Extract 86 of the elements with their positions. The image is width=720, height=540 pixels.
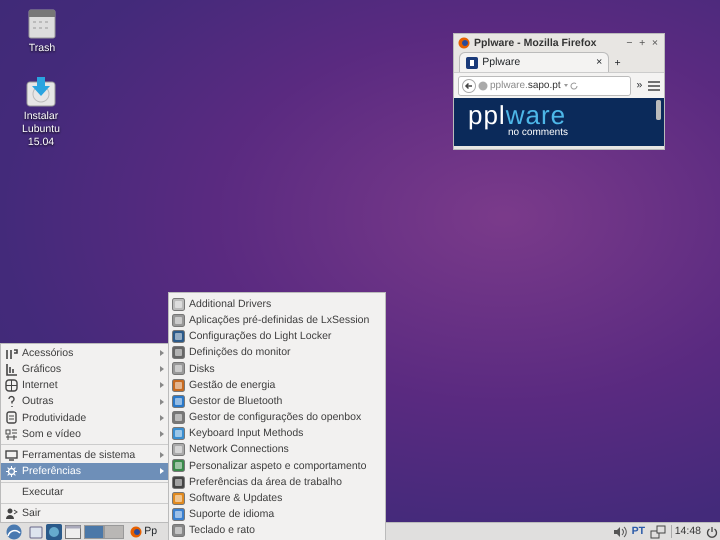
- menu-item[interactable]: Software & Updates: [169, 490, 385, 506]
- monitor-icon: [5, 448, 18, 462]
- submenu-arrow-icon: [160, 382, 164, 388]
- menu-item[interactable]: Aplicações pré-definidas de LxSession: [169, 312, 385, 328]
- window-control[interactable]: +: [637, 38, 648, 48]
- overflow-button[interactable]: »: [634, 79, 645, 92]
- window-control[interactable]: −: [624, 38, 634, 48]
- network-icon[interactable]: [650, 524, 666, 538]
- menu-item[interactable]: Personalizar aspeto e comportamento: [169, 458, 385, 474]
- menu-item[interactable]: Network Connections: [169, 442, 385, 458]
- menu-item[interactable]: Executar: [1, 484, 168, 501]
- window-control[interactable]: ×: [650, 38, 660, 48]
- menu-item[interactable]: Gestor de configurações do openbox: [169, 409, 385, 426]
- icon-label: Instalar Lubuntu 15.04: [21, 110, 61, 150]
- app-icon: [172, 314, 185, 327]
- submenu-arrow-icon: [160, 452, 164, 458]
- menu-item[interactable]: Gestor de Bluetooth: [169, 393, 385, 410]
- volume-icon[interactable]: [612, 526, 627, 538]
- menu-item[interactable]: Additional Drivers: [169, 296, 385, 312]
- folder-icon[interactable]: [29, 524, 43, 538]
- chart-icon: [5, 362, 18, 376]
- menu-icon[interactable]: [648, 80, 660, 90]
- app-icon: [172, 443, 185, 456]
- app-icon: [172, 410, 185, 424]
- icon-label: Trash: [28, 42, 56, 56]
- firefox-icon: [458, 37, 470, 49]
- menu-item[interactable]: Gráficos: [1, 361, 168, 378]
- app-icon: [172, 524, 185, 538]
- menu-item[interactable]: Keyboard Input Methods: [169, 426, 385, 442]
- url-text: pplware.sapo.pt: [490, 80, 561, 92]
- keyboard-layout[interactable]: PT: [632, 525, 646, 538]
- site-logo: pplware: [468, 102, 566, 128]
- window-icon[interactable]: [65, 524, 81, 538]
- app-icon: [172, 346, 185, 360]
- document-icon: [5, 411, 18, 424]
- menu-item[interactable]: Sair: [1, 506, 168, 522]
- menu-item[interactable]: Definições do monitor: [169, 344, 385, 361]
- window-title: Pplware - Mozilla Firefox: [474, 36, 597, 50]
- menu-item[interactable]: Internet: [1, 377, 168, 394]
- submenu-arrow-icon: [160, 366, 164, 372]
- app-icon: [172, 330, 185, 343]
- power-icon[interactable]: [706, 526, 718, 538]
- new-tab-button[interactable]: +: [614, 56, 621, 72]
- app-icon: [172, 362, 185, 376]
- menu-item[interactable]: Disks: [169, 360, 385, 377]
- app-icon: [172, 459, 185, 472]
- install-drive-icon[interactable]: [26, 76, 56, 108]
- tab-close[interactable]: ×: [596, 56, 602, 69]
- app-icon: [172, 394, 185, 408]
- desktop-switcher[interactable]: [84, 524, 104, 538]
- site-tagline: no comments: [508, 127, 570, 139]
- submenu-arrow-icon: [160, 468, 164, 474]
- submenu-arrow-icon: [160, 398, 164, 405]
- menu-item[interactable]: Ferramentas de sistema: [1, 447, 168, 464]
- address-bar[interactable]: pplware.sapo.pt: [458, 76, 631, 96]
- submenu-arrow-icon: [160, 350, 164, 356]
- media-icon: [5, 428, 18, 441]
- app-icon: [172, 492, 185, 505]
- menu-item[interactable]: Suporte de idioma: [169, 506, 385, 523]
- desktop-switcher[interactable]: [104, 524, 124, 538]
- app-icon: [172, 508, 185, 522]
- exit-icon: [5, 507, 18, 520]
- app-icon: [172, 427, 185, 440]
- menu-item[interactable]: Som e vídeo: [1, 426, 168, 442]
- firefox-icon: [130, 526, 142, 538]
- tab-title: Pplware: [482, 56, 520, 69]
- reload-icon[interactable]: [562, 80, 579, 90]
- menu-item[interactable]: Outras: [1, 394, 168, 410]
- app-icon: [172, 378, 185, 392]
- app-icon: [172, 298, 185, 311]
- menu-item[interactable]: Configurações do Light Locker: [169, 328, 385, 345]
- browser-tab[interactable]: Pplware ×: [459, 52, 610, 72]
- gear-icon: [5, 464, 18, 478]
- app-icon: [172, 476, 185, 489]
- menu-item[interactable]: Produtividade: [1, 410, 168, 426]
- clock[interactable]: 14:48: [671, 525, 701, 538]
- menu-item[interactable]: Gestão de energia: [169, 376, 385, 394]
- back-icon[interactable]: [462, 78, 476, 92]
- accessories-icon: [5, 346, 18, 360]
- submenu-arrow-icon: [160, 414, 164, 421]
- site-icon: [466, 56, 478, 68]
- submenu-arrow-icon: [160, 431, 164, 438]
- menu-item[interactable]: Acessórios: [1, 345, 168, 362]
- menu-item[interactable]: Preferências da área de trabalho: [169, 474, 385, 490]
- trash-icon[interactable]: [27, 8, 57, 40]
- scrollbar-thumb[interactable]: [656, 100, 661, 120]
